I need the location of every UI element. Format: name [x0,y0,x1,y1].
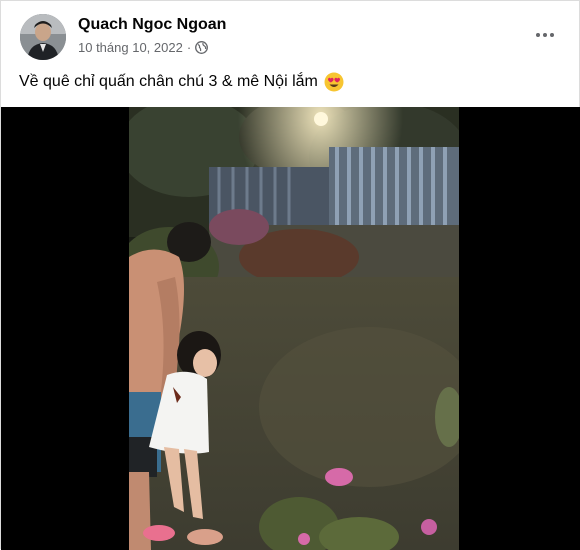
facebook-post: Quach Ngoc Ngoan 10 tháng 10, 2022 · Về … [0,0,580,550]
avatar[interactable] [20,14,66,60]
globe-icon[interactable] [195,41,209,54]
post-meta: 10 tháng 10, 2022 · [78,40,209,55]
author-name[interactable]: Quach Ngoc Ngoan [78,16,226,34]
caption-text: Về quê chỉ quấn chân chú 3 & mê Nội lắm [19,73,318,90]
post-header: Quach Ngoc Ngoan 10 tháng 10, 2022 · [1,1,579,67]
more-options-icon[interactable] [533,25,557,45]
meta-separator: · [186,40,192,55]
post-caption: Về quê chỉ quấn chân chú 3 & mê Nội lắm [19,72,344,92]
heart-eyes-emoji [324,72,344,92]
video-player[interactable] [1,107,580,550]
video-frame[interactable] [129,107,459,550]
post-date[interactable]: 10 tháng 10, 2022 [78,40,183,55]
